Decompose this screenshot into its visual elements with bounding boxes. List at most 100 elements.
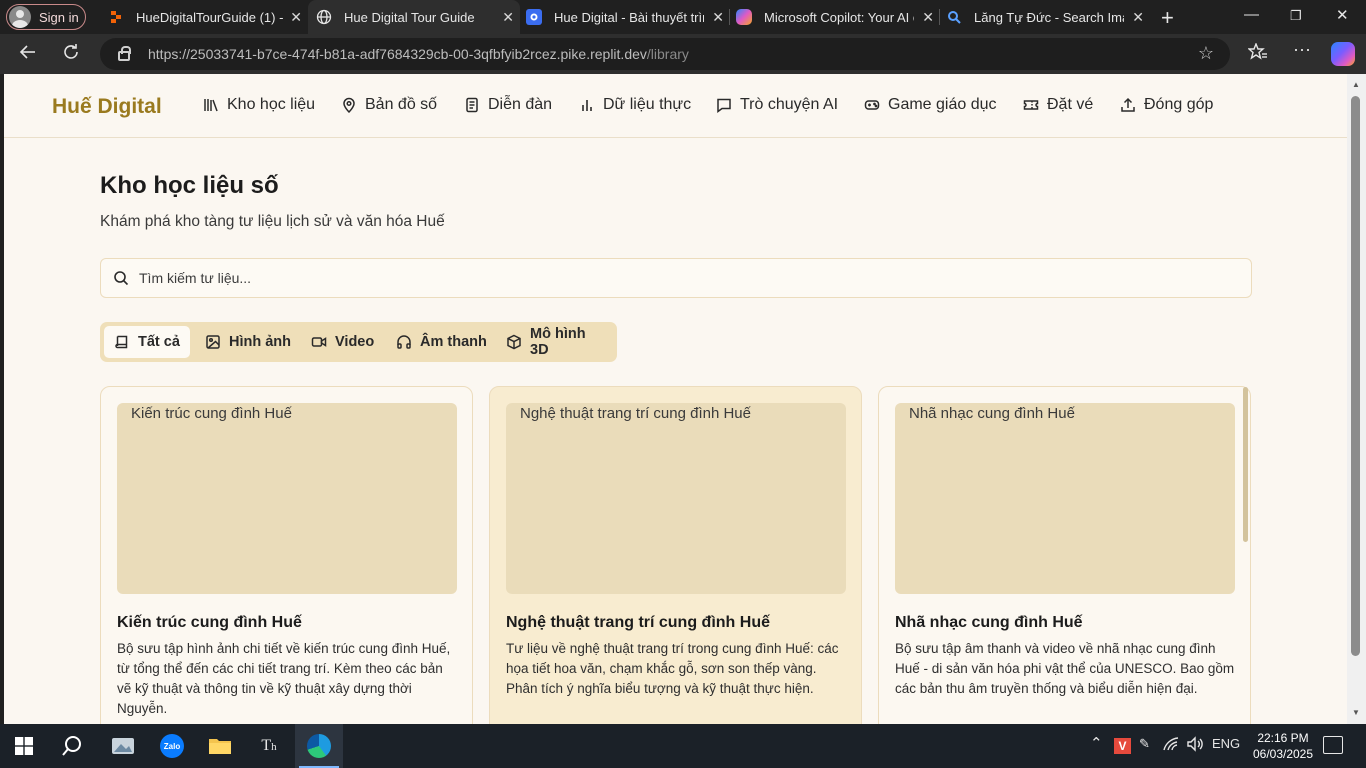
card-title[interactable]: Kiến trúc cung đình Huế bbox=[117, 614, 302, 632]
close-tab-icon[interactable]: ✕ bbox=[290, 9, 302, 26]
filter-tab-video[interactable]: Video bbox=[301, 326, 384, 358]
browser-tab-hue-digital-tour-guide[interactable]: Hue Digital Tour Guide ✕ bbox=[308, 0, 520, 34]
nav-item-label: Dữ liệu thực bbox=[603, 96, 692, 113]
filter-tab-label: Mô hình 3D bbox=[530, 326, 586, 358]
volume-icon[interactable] bbox=[1186, 736, 1204, 755]
nav-item-library[interactable]: Kho học liệu bbox=[203, 96, 315, 114]
library-card[interactable]: Nhã nhạc cung đình Huế Nhã nhạc cung đìn… bbox=[878, 386, 1251, 724]
start-button[interactable] bbox=[0, 724, 48, 768]
minimize-window-icon[interactable]: — bbox=[1244, 6, 1259, 23]
folder-icon bbox=[209, 739, 231, 754]
card-image[interactable]: Nhã nhạc cung đình Huế bbox=[895, 403, 1235, 594]
taskbar-app-file-explorer[interactable] bbox=[196, 724, 244, 768]
wifi-icon[interactable] bbox=[1163, 736, 1181, 755]
card-image[interactable]: Kiến trúc cung đình Huế bbox=[117, 403, 457, 594]
broken-image-icon bbox=[895, 406, 909, 422]
card-title[interactable]: Nghệ thuật trang trí cung đình Huế bbox=[506, 614, 770, 632]
scroll-up-arrow-icon[interactable]: ▲ bbox=[1352, 80, 1360, 89]
favorite-star-icon[interactable]: ☆ bbox=[1198, 43, 1214, 64]
browser-tab-presentation[interactable]: Hue Digital - Bài thuyết trình ✕ bbox=[520, 0, 730, 34]
page-scrollbar[interactable]: ▲ ▼ bbox=[1347, 74, 1366, 724]
library-card[interactable]: Kiến trúc cung đình Huế Kiến trúc cung đ… bbox=[100, 386, 473, 724]
more-options-icon[interactable]: ··· bbox=[1293, 39, 1311, 60]
search-icon bbox=[62, 736, 81, 756]
bar-chart-icon bbox=[579, 97, 595, 113]
browser-tab-replit[interactable]: HueDigitalTourGuide (1) - Re ✕ bbox=[96, 0, 308, 34]
lock-icon bbox=[118, 46, 131, 61]
copilot-icon[interactable] bbox=[1331, 42, 1355, 66]
show-hidden-icons-chevron-icon[interactable]: ⌃ bbox=[1090, 734, 1103, 752]
profile-sign-in-label: Sign in bbox=[39, 9, 79, 25]
back-arrow-icon[interactable] bbox=[18, 42, 38, 68]
presentation-icon bbox=[526, 9, 542, 25]
library-search-input[interactable] bbox=[139, 270, 1219, 286]
filter-tab-label: Video bbox=[335, 334, 375, 350]
video-icon bbox=[311, 334, 327, 350]
taskbar-app-zalo[interactable]: Zalo bbox=[148, 724, 196, 768]
library-card[interactable]: Nghệ thuật trang trí cung đình Huế Nghệ … bbox=[489, 386, 862, 724]
globe-icon bbox=[316, 9, 332, 25]
broken-image-icon bbox=[117, 406, 131, 422]
pen-input-icon[interactable]: ✎ bbox=[1139, 736, 1150, 752]
media-type-filter-bar: Tất cả Hình ảnh Video Âm thanh Mô hình 3… bbox=[100, 322, 617, 362]
library-icon bbox=[203, 97, 219, 113]
forum-icon bbox=[464, 97, 480, 113]
nav-item-label: Đặt vé bbox=[1047, 96, 1094, 113]
taskbar-app-typing[interactable]: Th bbox=[245, 724, 293, 768]
filter-tab-audio[interactable]: Âm thanh bbox=[386, 326, 497, 358]
filter-tab-label: Tất cả bbox=[138, 334, 180, 350]
profile-sign-in-button[interactable]: Sign in bbox=[6, 4, 86, 30]
close-window-icon[interactable]: ✕ bbox=[1336, 6, 1349, 24]
scrollbar-thumb[interactable] bbox=[1351, 96, 1360, 656]
taskbar-search-button[interactable] bbox=[48, 724, 96, 768]
library-search-box[interactable] bbox=[100, 258, 1252, 298]
close-tab-icon[interactable]: ✕ bbox=[922, 9, 934, 26]
taskbar-clock[interactable]: 22:16 PM 06/03/2025 bbox=[1248, 730, 1318, 762]
image-alt-text: Nghệ thuật trang trí cung đình Huế bbox=[506, 405, 751, 422]
image-alt-text: Kiến trúc cung đình Huế bbox=[117, 405, 292, 422]
search-icon bbox=[113, 270, 129, 286]
card-title[interactable]: Nhã nhạc cung đình Huế bbox=[895, 614, 1083, 632]
nav-item-contribute[interactable]: Đóng góp bbox=[1120, 96, 1213, 114]
favorites-icon[interactable] bbox=[1247, 42, 1268, 66]
zalo-icon: Zalo bbox=[160, 734, 184, 758]
nav-item-label: Diễn đàn bbox=[488, 96, 553, 113]
nav-item-tickets[interactable]: Đặt vé bbox=[1023, 96, 1093, 114]
close-tab-icon[interactable]: ✕ bbox=[1132, 9, 1144, 26]
taskbar-app-photos[interactable] bbox=[99, 724, 147, 768]
clock-date: 06/03/2025 bbox=[1252, 747, 1314, 761]
address-bar[interactable]: https://25033741-b7ce-474f-b81a-adf76843… bbox=[100, 38, 1230, 70]
nav-item-label: Game giáo dục bbox=[888, 96, 997, 113]
scroll-down-arrow-icon[interactable]: ▼ bbox=[1352, 708, 1360, 717]
windows-logo-icon bbox=[15, 737, 33, 755]
refresh-icon[interactable] bbox=[61, 42, 81, 68]
input-language-indicator[interactable]: ENG bbox=[1212, 736, 1240, 751]
taskbar-app-edge[interactable] bbox=[295, 724, 343, 768]
card-grid-scrollbar[interactable] bbox=[1243, 387, 1248, 542]
filter-tab-3d-model[interactable]: Mô hình 3D bbox=[496, 326, 617, 358]
new-tab-button[interactable]: + bbox=[1161, 5, 1174, 31]
browser-tab-copilot[interactable]: Microsoft Copilot: Your AI co ✕ bbox=[730, 0, 940, 34]
cube-icon bbox=[506, 334, 522, 350]
ticket-icon bbox=[1023, 97, 1039, 113]
nav-item-forum[interactable]: Diễn đàn bbox=[464, 96, 552, 114]
page-viewport: Huế Digital Kho học liệu Bản đồ số Diễn … bbox=[4, 74, 1347, 724]
notification-center-icon[interactable] bbox=[1323, 736, 1343, 754]
unikey-icon[interactable]: V bbox=[1114, 738, 1131, 754]
card-image[interactable]: Nghệ thuật trang trí cung đình Huế bbox=[506, 403, 846, 594]
site-header: Huế Digital Kho học liệu Bản đồ số Diễn … bbox=[4, 74, 1347, 138]
browser-tab-search[interactable]: Lăng Tự Đức - Search Image ✕ bbox=[940, 0, 1150, 34]
url-path: /library bbox=[646, 46, 689, 62]
nav-item-real-data[interactable]: Dữ liệu thực bbox=[579, 96, 691, 114]
close-tab-icon[interactable]: ✕ bbox=[502, 9, 514, 26]
filter-tab-all[interactable]: Tất cả bbox=[104, 326, 190, 358]
nav-item-label: Kho học liệu bbox=[227, 96, 316, 113]
nav-item-edu-game[interactable]: Game giáo dục bbox=[864, 96, 997, 114]
photos-app-icon bbox=[112, 738, 134, 754]
nav-item-ai-chat[interactable]: Trò chuyện AI bbox=[716, 96, 838, 114]
restore-window-icon[interactable]: ❐ bbox=[1290, 8, 1302, 24]
close-tab-icon[interactable]: ✕ bbox=[712, 9, 724, 26]
site-brand-logo[interactable]: Huế Digital bbox=[52, 95, 162, 119]
filter-tab-images[interactable]: Hình ảnh bbox=[195, 326, 301, 358]
nav-item-map[interactable]: Bản đồ số bbox=[341, 96, 437, 114]
